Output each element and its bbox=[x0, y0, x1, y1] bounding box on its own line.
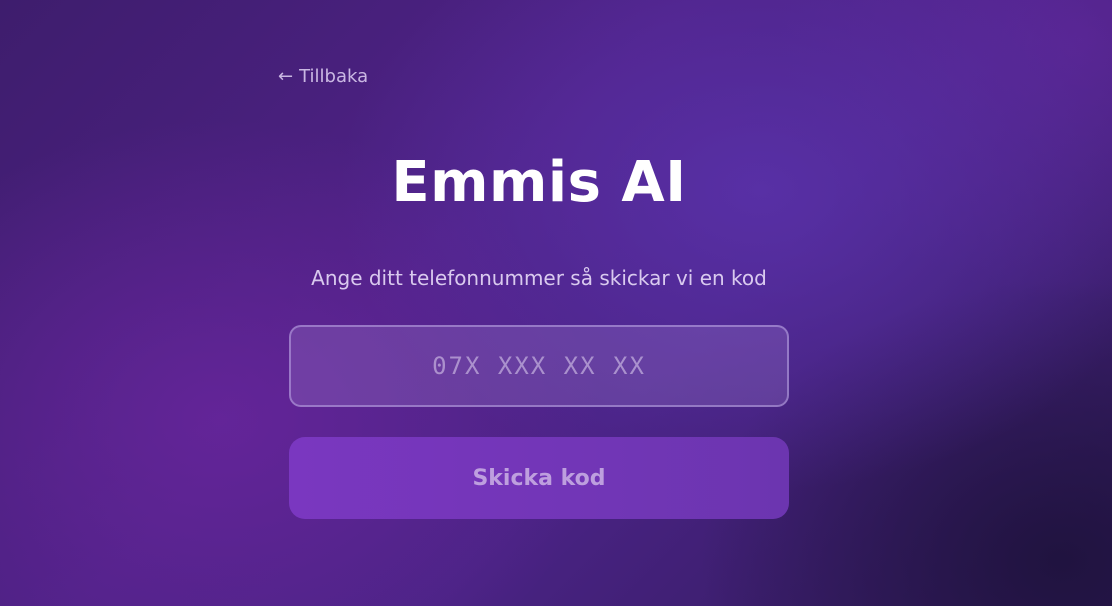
page-subtitle: Ange ditt telefonnummer så skickar vi en… bbox=[311, 266, 767, 290]
back-link[interactable]: ← Tillbaka bbox=[278, 66, 368, 87]
arrow-left-icon: ← bbox=[278, 66, 294, 87]
back-link-label: Tillbaka bbox=[299, 66, 369, 87]
page-title: Emmis AI bbox=[391, 150, 687, 215]
send-code-button[interactable]: Skicka kod bbox=[289, 437, 789, 519]
phone-number-input[interactable] bbox=[289, 325, 789, 407]
